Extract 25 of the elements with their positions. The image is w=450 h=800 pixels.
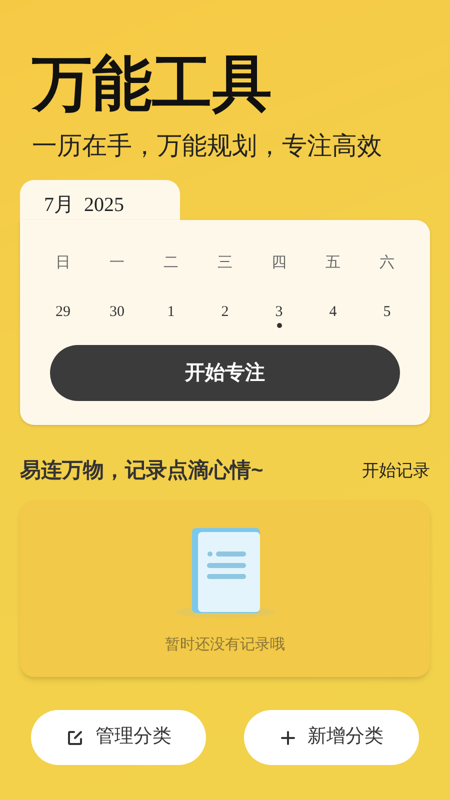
day-number[interactable]: 30 <box>110 302 124 320</box>
day-number[interactable]: 4 <box>329 302 337 320</box>
weekday-label: 一 <box>108 254 126 273</box>
plus-icon <box>280 730 296 746</box>
weekday-label: 四 <box>270 254 288 273</box>
manage-category-button[interactable]: 管理分类 <box>31 710 206 765</box>
day-number[interactable]: 2 <box>221 302 229 320</box>
weekday-label: 二 <box>162 254 180 273</box>
weekday-label: 日 <box>54 254 72 273</box>
month-label: 7月 2025 <box>44 193 124 218</box>
edit-icon <box>66 728 84 746</box>
weekday-label: 五 <box>324 254 342 273</box>
start-focus-button[interactable]: 开始专注 <box>50 344 400 400</box>
records-heading: 易连万物，记录点滴心情~ <box>20 458 264 484</box>
day-number[interactable]: 1 <box>167 302 175 320</box>
app-title: 万能工具 <box>32 50 273 119</box>
empty-message: 暂时还没有记录哦 <box>165 635 285 655</box>
app-subtitle: 一历在手，万能规划，专注高效 <box>32 131 383 162</box>
day-number[interactable]: 3 <box>275 302 283 320</box>
start-record-link[interactable]: 开始记录 <box>362 458 430 483</box>
day-number[interactable]: 5 <box>383 302 391 320</box>
weekday-label: 三 <box>216 254 234 273</box>
add-category-button[interactable]: 新增分类 <box>244 710 419 765</box>
weekday-label: 六 <box>378 254 396 273</box>
day-number[interactable]: 29 <box>56 302 70 320</box>
